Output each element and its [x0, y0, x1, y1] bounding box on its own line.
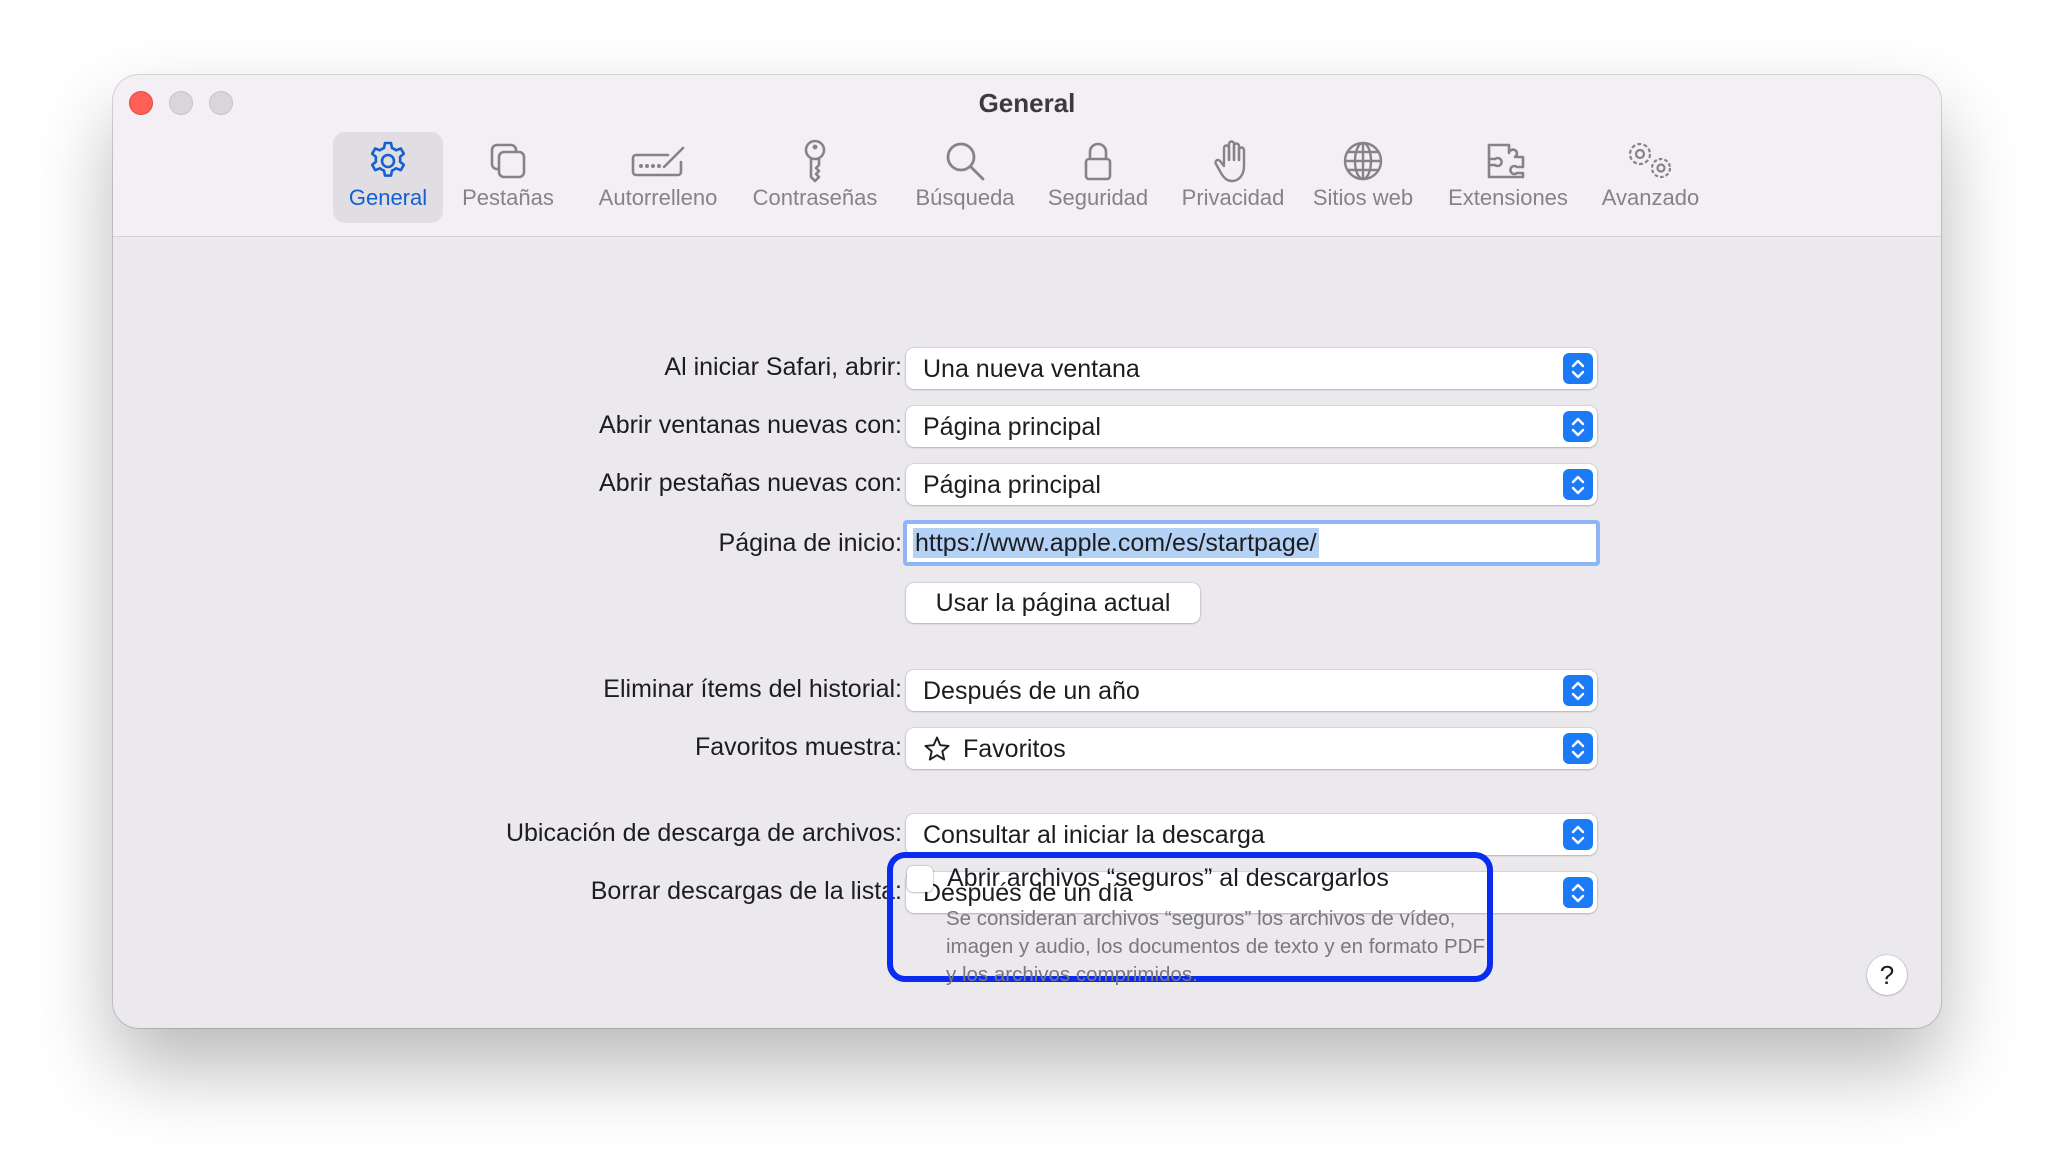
- popup-stepper-icon: [1563, 819, 1593, 850]
- new-windows-popup[interactable]: Página principal: [906, 406, 1597, 447]
- autofill-icon: [631, 146, 685, 177]
- open-safe-files-checkbox[interactable]: [907, 866, 933, 892]
- magnifier-icon: [946, 142, 985, 181]
- tabs-icon: [490, 143, 526, 179]
- open-with-value: Una nueva ventana: [923, 355, 1140, 383]
- remove-history-label: Eliminar ítems del historial:: [603, 675, 902, 703]
- gear-icon: [370, 141, 406, 177]
- tab-contrasenas-label: Contraseñas: [752, 185, 878, 210]
- tab-seguridad[interactable]: Seguridad: [1038, 132, 1158, 223]
- popup-stepper-icon: [1563, 469, 1593, 500]
- new-tabs-popup[interactable]: Página principal: [906, 464, 1597, 505]
- tab-privacidad-label: Privacidad: [1181, 185, 1285, 210]
- tab-general-label: General: [348, 185, 428, 210]
- favorites-shows-value: Favoritos: [963, 735, 1066, 763]
- remove-history-value: Después de un año: [923, 677, 1140, 705]
- hand-icon: [1214, 140, 1246, 183]
- safari-preferences-window: General General Pestañas Autorrelleno Co…: [113, 75, 1941, 1028]
- tab-seguridad-label: Seguridad: [1047, 185, 1149, 210]
- tab-privacidad[interactable]: Privacidad: [1173, 132, 1293, 223]
- download-location-popup[interactable]: Consultar al iniciar la descarga: [906, 814, 1597, 855]
- use-current-page-button[interactable]: Usar la página actual: [906, 583, 1200, 623]
- gears-icon: [1628, 142, 1671, 179]
- favorites-shows-label: Favoritos muestra:: [694, 733, 902, 761]
- download-location-label: Ubicación de descarga de archivos:: [505, 819, 902, 847]
- open-with-label: Al iniciar Safari, abrir:: [664, 353, 902, 381]
- homepage-label: Página de inicio:: [718, 529, 902, 557]
- tab-extensiones[interactable]: Extensiones: [1438, 132, 1578, 223]
- tab-avanzado-label: Avanzado: [1601, 185, 1700, 210]
- help-button[interactable]: ?: [1867, 955, 1907, 995]
- open-safe-files-label[interactable]: Abrir archivos “seguros” al descargarlos: [947, 864, 1389, 893]
- star-icon: [924, 736, 950, 761]
- tab-contrasenas[interactable]: Contraseñas: [745, 132, 885, 223]
- remove-downloads-label: Borrar descargas de la lista:: [590, 877, 902, 905]
- titlebar: General General Pestañas Autorrelleno Co…: [113, 75, 1941, 237]
- window-title: General: [978, 88, 1076, 118]
- new-windows-value: Página principal: [923, 413, 1101, 441]
- tab-general[interactable]: General: [333, 132, 443, 223]
- puzzle-icon: [1487, 143, 1525, 179]
- homepage-input[interactable]: https://www.apple.com/es/startpage/: [903, 520, 1600, 566]
- new-tabs-value: Página principal: [923, 471, 1101, 499]
- key-icon: [804, 139, 826, 183]
- open-with-popup[interactable]: Una nueva ventana: [906, 348, 1597, 389]
- tab-pestanas[interactable]: Pestañas: [453, 132, 563, 223]
- new-windows-label: Abrir ventanas nuevas con:: [599, 411, 902, 439]
- tab-sitios-web-label: Sitios web: [1312, 185, 1414, 210]
- popup-stepper-icon: [1563, 877, 1593, 908]
- download-location-value: Consultar al iniciar la descarga: [923, 821, 1265, 849]
- popup-stepper-icon: [1563, 675, 1593, 706]
- remove-history-popup[interactable]: Después de un año: [906, 670, 1597, 711]
- new-tabs-label: Abrir pestañas nuevas con:: [599, 469, 902, 497]
- globe-icon: [1343, 141, 1383, 181]
- tab-busqueda-label: Búsqueda: [915, 185, 1015, 210]
- lock-icon: [1084, 142, 1112, 181]
- tab-avanzado[interactable]: Avanzado: [1588, 132, 1713, 223]
- popup-stepper-icon: [1563, 411, 1593, 442]
- tab-busqueda[interactable]: Búsqueda: [905, 132, 1025, 223]
- homepage-value: https://www.apple.com/es/startpage/: [913, 528, 1319, 558]
- favorites-shows-popup[interactable]: Favoritos: [906, 728, 1597, 769]
- open-safe-files-description: Se consideran archivos “seguros” los arc…: [946, 907, 1485, 986]
- tab-autorrelleno-label: Autorrelleno: [598, 185, 718, 210]
- popup-stepper-icon: [1563, 733, 1593, 764]
- tab-autorrelleno[interactable]: Autorrelleno: [588, 132, 728, 223]
- popup-stepper-icon: [1563, 353, 1593, 384]
- tab-pestanas-label: Pestañas: [462, 185, 554, 210]
- tab-sitios-web[interactable]: Sitios web: [1303, 132, 1423, 223]
- tab-extensiones-label: Extensiones: [1448, 185, 1568, 210]
